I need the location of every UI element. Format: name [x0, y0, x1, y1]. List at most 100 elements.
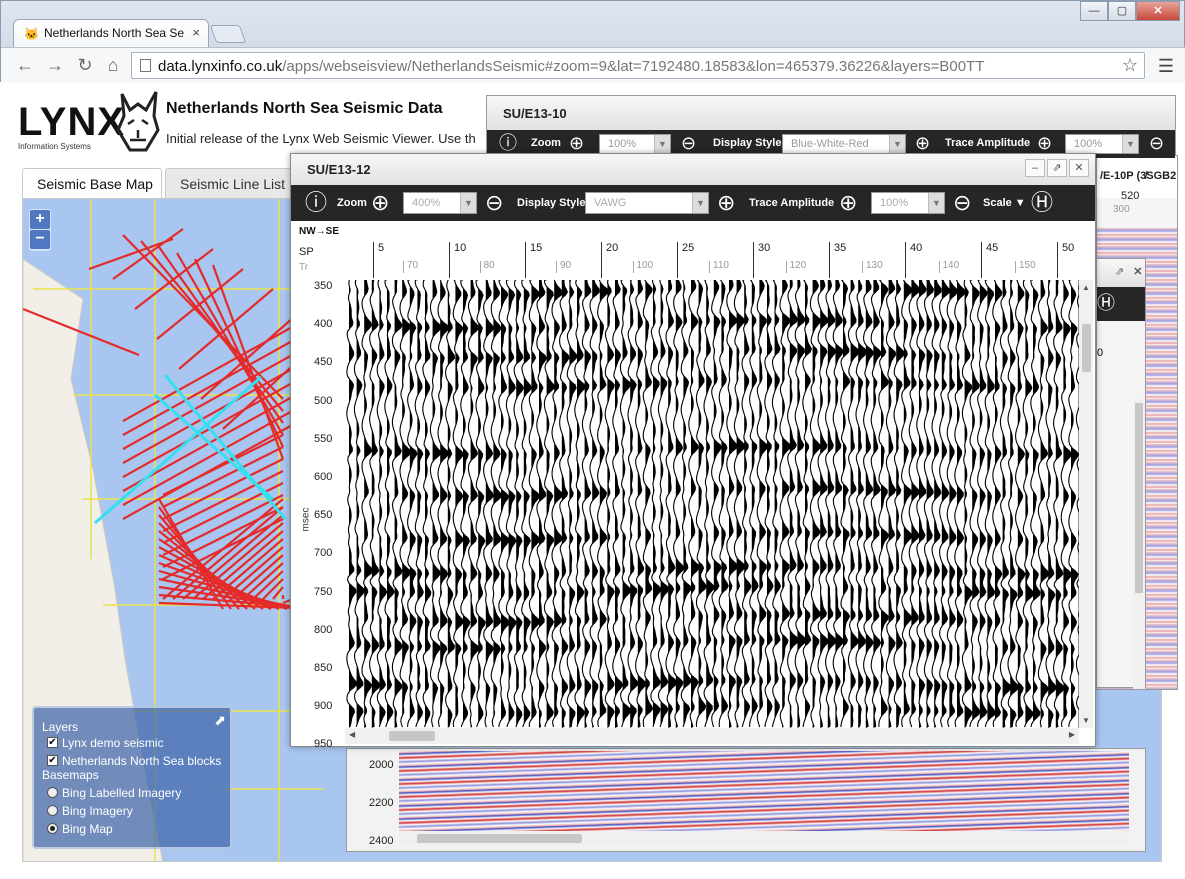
popout-icon[interactable]: ⇗ [1115, 266, 1124, 278]
scrollbar-thumb[interactable] [1082, 324, 1091, 372]
browser-menu-icon[interactable]: ☰ [1158, 56, 1174, 77]
basemap-item-bing-imagery[interactable]: Bing Imagery [42, 804, 222, 822]
vertical-scrollbar[interactable] [1133, 399, 1145, 689]
sp-axis: 5 10 15 20 25 30 35 40 45 50 70 80 90 100 110 120 130 140… [345, 242, 1079, 278]
horizontal-scrollbar[interactable]: ◀ ▶ [345, 728, 1079, 744]
trace-amplitude-value: 100% [880, 197, 909, 209]
scale-icon[interactable]: Ⓗ [1097, 293, 1115, 313]
scale-menu[interactable]: Scale ▼ [983, 197, 1026, 209]
zoom-out-icon[interactable]: ⊖ [681, 133, 696, 153]
forward-arrow-icon[interactable]: → [43, 53, 67, 77]
window-close-button[interactable]: ✕ [1136, 1, 1180, 21]
info-icon[interactable]: ⓘ [305, 191, 327, 215]
radio-icon[interactable] [47, 787, 58, 798]
scroll-up-icon[interactable]: ▲ [1082, 283, 1090, 292]
scrollbar-thumb[interactable] [1135, 403, 1143, 593]
zoom-in-icon[interactable]: ⊕ [569, 133, 584, 153]
zoom-select[interactable]: 400% ▼ [403, 192, 477, 214]
time-axis: msec 350 400 450 500 550 600 650 700 750 800 850 90… [291, 280, 345, 750]
scroll-down-icon[interactable]: ▼ [1082, 716, 1090, 725]
horizontal-scrollbar[interactable] [399, 831, 1129, 845]
vertical-scrollbar[interactable]: ▲ ▼ [1079, 280, 1093, 728]
checkbox-icon[interactable]: ✔ [47, 737, 58, 748]
wiggle-trace [1015, 280, 1026, 728]
tab-seismic-base-map[interactable]: Seismic Base Map [22, 168, 162, 198]
wiggle-fill [964, 280, 973, 728]
layer-item-netherlands-blocks[interactable]: ✔ Netherlands North Sea blocks [42, 754, 222, 772]
amplitude-decrease-icon[interactable]: ⊖ [1149, 133, 1164, 153]
zoom-in-button[interactable]: + [30, 210, 50, 229]
y-tick: 750 [314, 585, 333, 598]
new-tab-button[interactable] [209, 25, 247, 43]
info-icon[interactable]: ⓘ [499, 133, 517, 153]
radio-icon[interactable] [47, 823, 58, 834]
wiggle-fill [979, 280, 987, 728]
small-panel-titlebar: ⇗ ✕ [1097, 259, 1145, 287]
amplitude-increase-icon[interactable]: ⊕ [839, 191, 857, 215]
expand-icon[interactable]: ⬈ [214, 712, 226, 729]
wiggle-fill [835, 280, 844, 728]
move-icon[interactable]: ⊕ [915, 133, 930, 153]
basemap-item-bing-map[interactable]: Bing Map [42, 822, 222, 840]
section-panel-su-e13-10: SU/E13-10 ⓘ Zoom ⊕ 100% ▼ ⊖ Display Style… [486, 95, 1176, 158]
direction-label: NW→SE [299, 226, 339, 237]
seismic-wiggle-display[interactable] [345, 280, 1079, 728]
y-tick: 2000 [369, 759, 394, 771]
tab-seismic-line-list[interactable]: Seismic Line List [165, 168, 293, 198]
panel-minimize-button[interactable]: – [1025, 159, 1045, 177]
sp-axis-label: SP [299, 246, 314, 258]
browser-tab[interactable]: 🐱 Netherlands North Sea Se × [13, 19, 209, 47]
panel-close-button[interactable]: ✕ [1069, 159, 1089, 177]
wiggle-fill [592, 280, 600, 728]
wiggle-traces[interactable] [345, 280, 1079, 728]
basemap-item-bing-labelled[interactable]: Bing Labelled Imagery [42, 786, 222, 804]
wiggle-trace [999, 280, 1012, 728]
zoom-select[interactable]: 100% ▼ [599, 134, 671, 154]
tab-close-icon[interactable]: × [192, 25, 200, 40]
sp-tick: 40 [905, 242, 922, 278]
y-tick: 950 [314, 738, 333, 751]
scrollbar-thumb[interactable] [389, 731, 435, 741]
sp-tick: 520 [1121, 190, 1140, 202]
wiggle-fill [873, 280, 881, 728]
bookmark-star-icon[interactable]: ☆ [1122, 55, 1138, 76]
logo-text: LYNX [18, 100, 126, 144]
wiggle-trace [1022, 280, 1034, 728]
wiggle-fill [371, 280, 380, 728]
scroll-right-icon[interactable]: ▶ [1069, 730, 1075, 739]
y-tick: 500 [314, 394, 333, 407]
zoom-value: 100% [608, 138, 637, 150]
radio-icon[interactable] [47, 805, 58, 816]
logo-subtitle: Information Systems [18, 142, 91, 151]
zoom-out-button[interactable]: − [30, 230, 50, 249]
reload-icon[interactable]: ↻ [73, 53, 97, 77]
display-style-select[interactable]: VAWG ▼ [585, 192, 709, 214]
layer-item-lynx-demo-seismic[interactable]: ✔ Lynx demo seismic [42, 736, 222, 754]
lynx-favicon-icon: 🐱 [24, 27, 39, 41]
wiggle-fill [1063, 280, 1072, 728]
move-icon[interactable]: ⊕ [717, 191, 735, 215]
address-bar[interactable]: data.lynxinfo.co.uk/apps/webseisview/Net… [131, 52, 1145, 79]
scale-h-icon[interactable]: Ⓗ [1031, 191, 1053, 215]
display-style-select[interactable]: Blue-White-Red ▼ [782, 134, 906, 154]
maximize-button[interactable]: ▢ [1108, 1, 1136, 21]
chevron-down-icon: ▼ [654, 135, 670, 153]
amplitude-decrease-icon[interactable]: ⊖ [953, 191, 971, 215]
back-arrow-icon[interactable]: ← [13, 53, 37, 77]
scroll-left-icon[interactable]: ◀ [349, 730, 355, 739]
amplitude-increase-icon[interactable]: ⊕ [1037, 133, 1052, 153]
panel-popout-button[interactable]: ⇗ [1047, 159, 1067, 177]
minimize-button[interactable]: — [1080, 1, 1108, 21]
trace-amplitude-select[interactable]: 100% ▼ [1065, 134, 1139, 154]
zoom-out-icon[interactable]: ⊖ [485, 191, 503, 215]
home-icon[interactable]: ⌂ [101, 53, 125, 77]
trace-amplitude-select[interactable]: 100% ▼ [871, 192, 945, 214]
close-icon[interactable]: ✕ [1133, 266, 1142, 278]
checkbox-icon[interactable]: ✔ [47, 755, 58, 766]
scrollbar-thumb[interactable] [417, 834, 582, 843]
seismic-line [158, 246, 284, 424]
wiggle-fill [736, 280, 745, 728]
sp-tick: 30 [753, 242, 770, 278]
zoom-in-icon[interactable]: ⊕ [371, 191, 389, 215]
seismic-image-colour[interactable] [399, 751, 1129, 831]
